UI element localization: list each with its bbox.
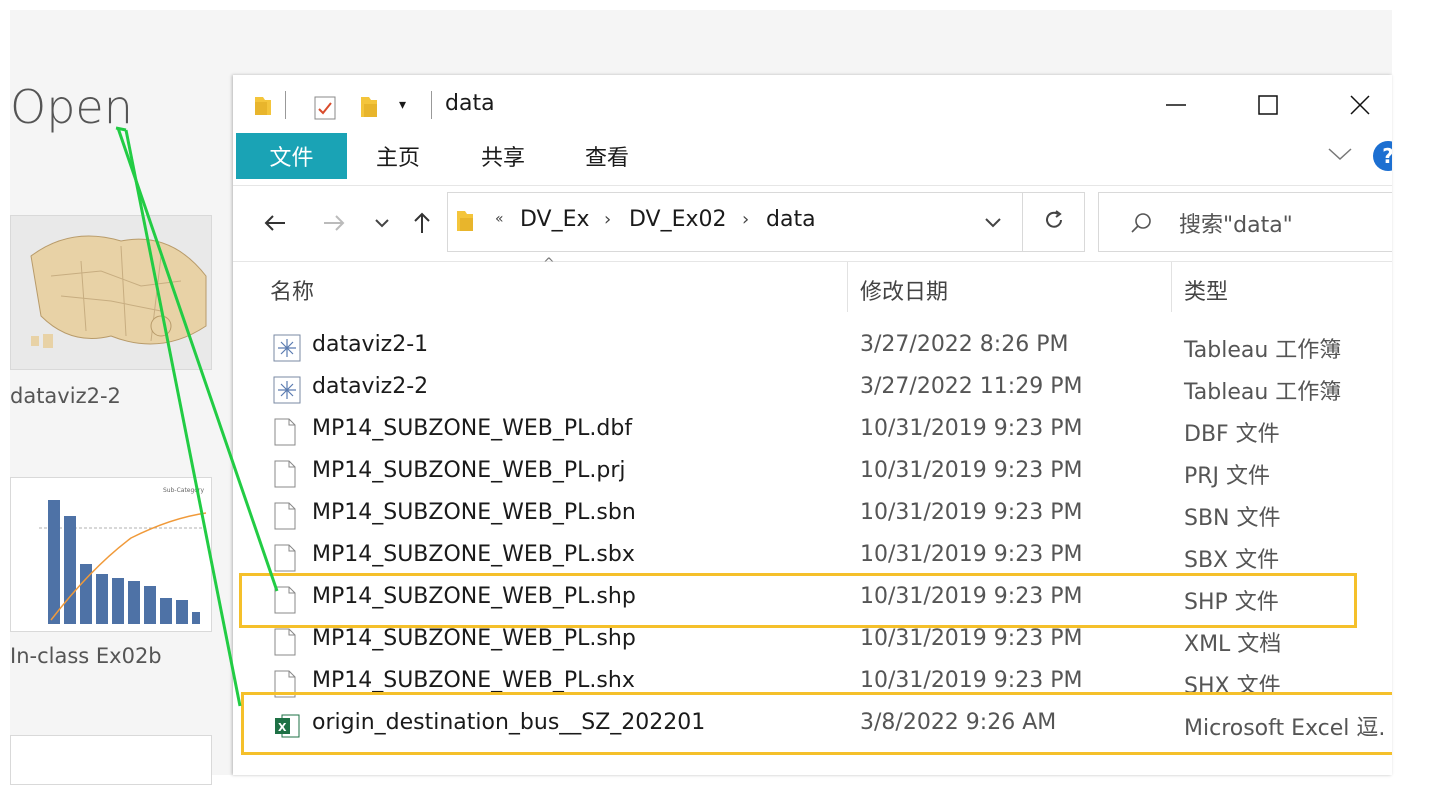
annotation-arrow xyxy=(124,129,242,707)
annotation-arrow xyxy=(116,127,279,592)
annotation-arrows xyxy=(115,126,279,707)
